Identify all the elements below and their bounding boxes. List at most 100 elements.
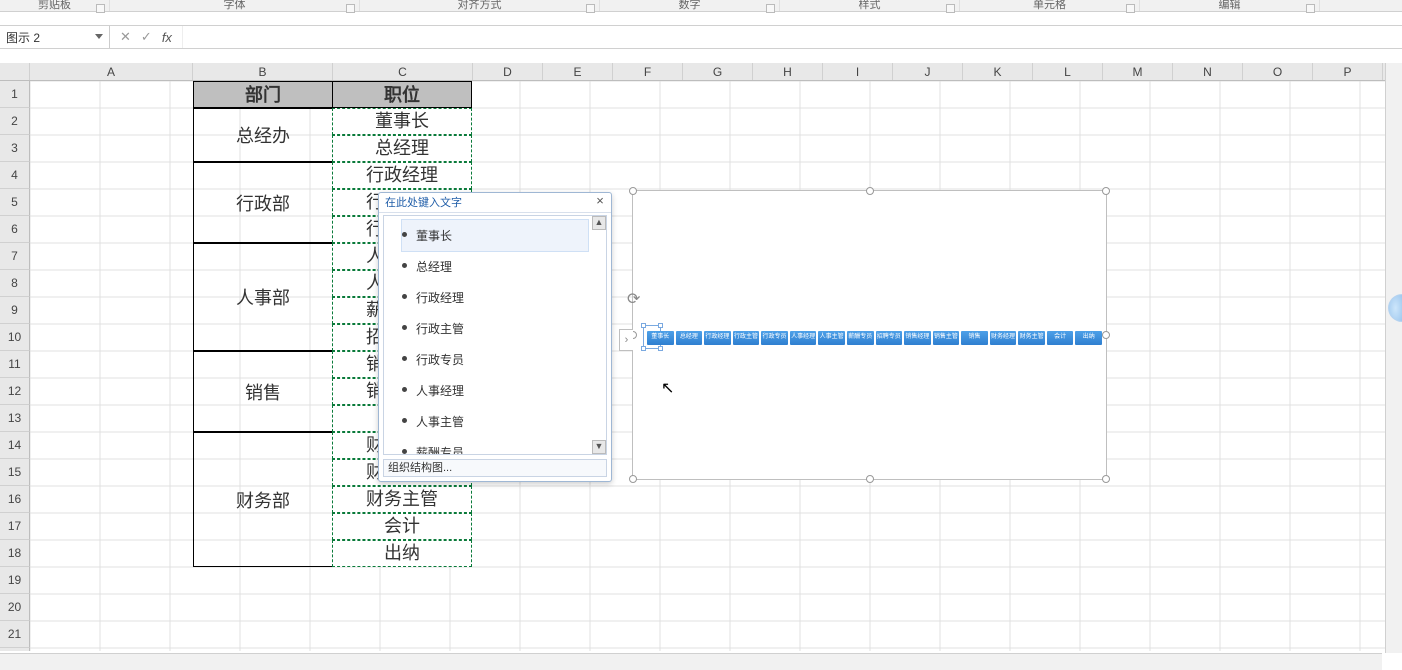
text-pane-item[interactable]: 总经理 <box>402 251 588 282</box>
col-header-A[interactable]: A <box>30 63 193 80</box>
smartart-node[interactable]: 总经理 <box>676 331 703 345</box>
row-header[interactable]: 8 <box>0 270 30 297</box>
dept-cell[interactable]: 行政部 <box>193 162 333 243</box>
vertical-scrollbar[interactable] <box>1385 63 1402 653</box>
position-cell[interactable]: 会计 <box>332 513 472 540</box>
smartart-node[interactable]: 出纳 <box>1075 331 1102 345</box>
dept-cell[interactable]: 人事部 <box>193 243 333 351</box>
smartart-canvas[interactable]: ⟳ › 董事长总经理行政经理行政主管行政专员人事经理人事主管薪酬专员招聘专员销售… <box>632 190 1107 480</box>
smartart-node[interactable]: 招聘专员 <box>876 331 903 345</box>
col-header-C[interactable]: C <box>333 63 473 80</box>
col-header-N[interactable]: N <box>1173 63 1243 80</box>
resize-handle[interactable] <box>1102 187 1110 195</box>
smartart-node[interactable]: 销售经理 <box>904 331 931 345</box>
col-header-H[interactable]: H <box>753 63 823 80</box>
smartart-node[interactable]: 人事主管 <box>818 331 845 345</box>
text-pane-item[interactable]: 行政主管 <box>402 313 588 344</box>
smartart-node[interactable]: 薪酬专员 <box>847 331 874 345</box>
smartart-node[interactable]: 会计 <box>1047 331 1074 345</box>
position-cell[interactable]: 出纳 <box>332 540 472 567</box>
resize-handle[interactable] <box>629 187 637 195</box>
row-header[interactable]: 15 <box>0 459 30 486</box>
text-pane-footer[interactable]: 组织结构图... <box>383 459 607 477</box>
dept-cell[interactable]: 销售 <box>193 351 333 432</box>
col-header-D[interactable]: D <box>473 63 543 80</box>
accept-icon[interactable]: ✓ <box>141 29 152 45</box>
row-header[interactable]: 13 <box>0 405 30 432</box>
row-header[interactable]: 22 <box>0 648 30 651</box>
smartart-node[interactable]: 行政专员 <box>761 331 788 345</box>
col-header-I[interactable]: I <box>823 63 893 80</box>
sheet-tab-area[interactable] <box>0 653 170 670</box>
row-header[interactable]: 7 <box>0 243 30 270</box>
row-header[interactable]: 3 <box>0 135 30 162</box>
text-pane-item[interactable]: 薪酬专员 <box>402 437 588 455</box>
scroll-up-icon[interactable]: ▲ <box>592 216 606 230</box>
row-header[interactable]: 14 <box>0 432 30 459</box>
row-header[interactable]: 10 <box>0 324 30 351</box>
fx-icon[interactable]: fx <box>162 30 172 45</box>
text-pane-item[interactable]: 行政专员 <box>402 344 588 375</box>
resize-handle[interactable] <box>1102 475 1110 483</box>
col-header-E[interactable]: E <box>543 63 613 80</box>
rotate-handle-icon[interactable]: ⟳ <box>627 289 645 307</box>
text-pane-title[interactable]: 在此处键入文字 × <box>379 193 611 213</box>
col-header-F[interactable]: F <box>613 63 683 80</box>
position-cell[interactable]: 行政经理 <box>332 162 472 189</box>
row-header[interactable]: 1 <box>0 81 30 108</box>
resize-handle[interactable] <box>629 475 637 483</box>
dept-cell[interactable]: 财务部 <box>193 432 333 567</box>
row-header[interactable]: 21 <box>0 621 30 648</box>
text-pane-body[interactable]: ▲ ▼ 董事长总经理行政经理行政主管行政专员人事经理人事主管薪酬专员 <box>383 215 607 455</box>
row-header[interactable]: 9 <box>0 297 30 324</box>
resize-handle[interactable] <box>866 187 874 195</box>
worksheet-grid[interactable]: 1234567891011121314151617181920212223 部门… <box>0 81 1402 651</box>
cancel-icon[interactable]: ✕ <box>120 29 131 45</box>
col-header-L[interactable]: L <box>1033 63 1103 80</box>
name-box[interactable]: 图示 2 <box>0 26 110 48</box>
horizontal-scrollbar[interactable] <box>170 653 1382 670</box>
smartart-node[interactable]: 销售 <box>961 331 988 345</box>
text-pane-item[interactable]: 人事主管 <box>402 406 588 437</box>
smartart-node[interactable]: 销售主管 <box>933 331 960 345</box>
col-header-P[interactable]: P <box>1313 63 1383 80</box>
col-header-B[interactable]: B <box>193 63 333 80</box>
row-header[interactable]: 17 <box>0 513 30 540</box>
smartart-text-pane[interactable]: 在此处键入文字 × ▲ ▼ 董事长总经理行政经理行政主管行政专员人事经理人事主管… <box>378 192 612 482</box>
smartart-node[interactable]: 财务经理 <box>990 331 1017 345</box>
resize-handle[interactable] <box>1102 331 1110 339</box>
select-all-corner[interactable] <box>0 63 30 80</box>
formula-input[interactable] <box>183 26 1402 48</box>
row-header[interactable]: 18 <box>0 540 30 567</box>
col-header-G[interactable]: G <box>683 63 753 80</box>
row-header[interactable]: 20 <box>0 594 30 621</box>
row-header[interactable]: 5 <box>0 189 30 216</box>
position-cell[interactable]: 总经理 <box>332 135 472 162</box>
scroll-down-icon[interactable]: ▼ <box>592 440 606 454</box>
row-header[interactable]: 4 <box>0 162 30 189</box>
text-pane-item[interactable]: 董事长 <box>402 220 588 251</box>
row-header[interactable]: 2 <box>0 108 30 135</box>
smartart-node[interactable]: 人事经理 <box>790 331 817 345</box>
smartart-node[interactable]: 董事长 <box>647 331 674 345</box>
col-header-M[interactable]: M <box>1103 63 1173 80</box>
close-icon[interactable]: × <box>593 195 607 209</box>
dept-cell[interactable]: 总经办 <box>193 108 333 162</box>
text-pane-item[interactable]: 行政经理 <box>402 282 588 313</box>
row-header[interactable]: 11 <box>0 351 30 378</box>
position-cell[interactable]: 董事长 <box>332 108 472 135</box>
expand-text-pane-tab[interactable]: › <box>619 329 633 351</box>
col-header-K[interactable]: K <box>963 63 1033 80</box>
text-pane-item[interactable]: 人事经理 <box>402 375 588 406</box>
row-header[interactable]: 12 <box>0 378 30 405</box>
row-header[interactable]: 19 <box>0 567 30 594</box>
resize-handle[interactable] <box>866 475 874 483</box>
row-header[interactable]: 6 <box>0 216 30 243</box>
cells-area[interactable]: 部门 职位 总经办行政部人事部销售财务部董事长总经理行政经理行政主管行政专员人事… <box>30 81 1402 651</box>
col-header-J[interactable]: J <box>893 63 963 80</box>
smartart-node[interactable]: 财务主管 <box>1018 331 1045 345</box>
col-header-O[interactable]: O <box>1243 63 1313 80</box>
smartart-node[interactable]: 行政主管 <box>733 331 760 345</box>
position-cell[interactable]: 财务主管 <box>332 486 472 513</box>
text-pane-list[interactable]: 董事长总经理行政经理行政主管行政专员人事经理人事主管薪酬专员 <box>384 220 606 455</box>
